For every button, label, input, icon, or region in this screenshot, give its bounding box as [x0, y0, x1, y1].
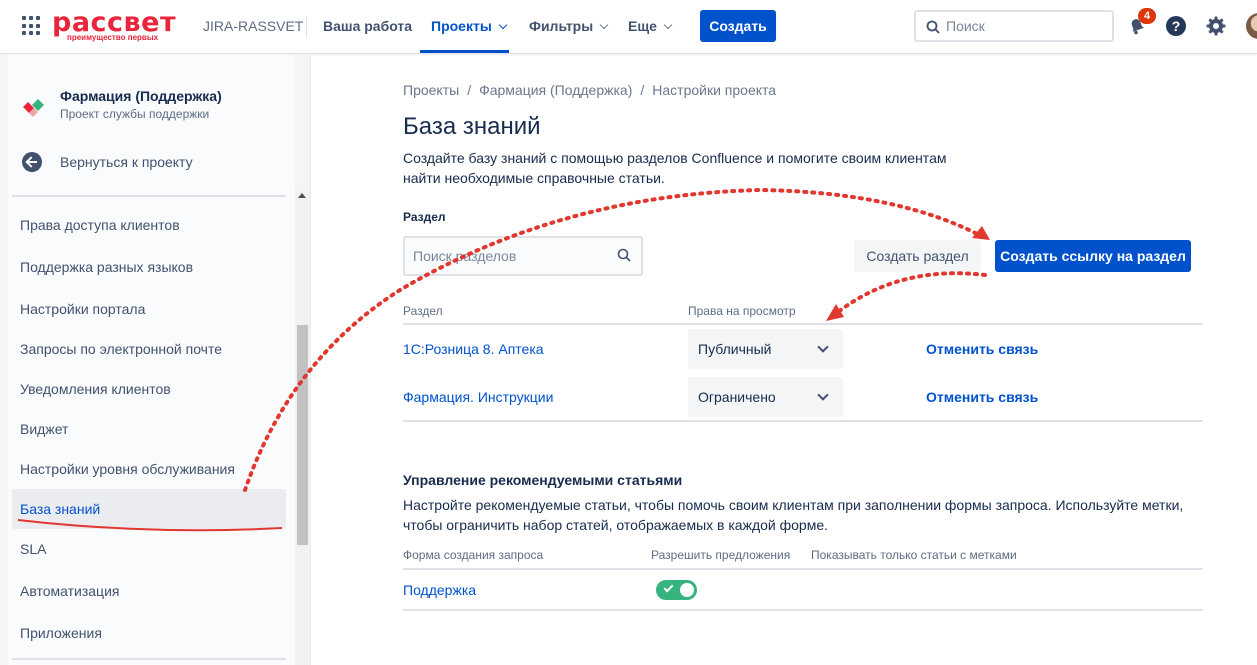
logo-tagline: преимущество первых	[67, 33, 159, 42]
column-header-section: Раздел	[403, 304, 443, 318]
sidebar-bottom-divider	[12, 658, 286, 660]
project-type: Проект службы поддержки	[60, 107, 210, 121]
user-avatar[interactable]	[1246, 13, 1257, 39]
main-content: Проекты / Фармация (Поддержка) / Настройки п…	[403, 55, 1203, 665]
unlink-button[interactable]: Отменить связь	[926, 389, 1038, 405]
access-select-value: Публичный	[698, 341, 772, 357]
scroll-up-arrow-icon[interactable]	[298, 193, 306, 198]
nav-your-work[interactable]: Ваша работа	[323, 18, 412, 34]
project-avatar-icon	[23, 99, 44, 117]
company-logo[interactable]: рассвет преимущество первых	[52, 9, 180, 43]
breadcrumb-separator: /	[640, 82, 645, 98]
sidebar-item-customer-permissions[interactable]: Права доступа клиентов	[12, 205, 286, 245]
table-header-divider	[403, 323, 1203, 325]
sidebar-item-portal-settings[interactable]: Настройки портала	[12, 289, 286, 329]
column-header-request-form: Форма создания запроса	[403, 548, 544, 562]
arrow-left-icon	[22, 152, 42, 172]
app-switcher-icon[interactable]	[22, 16, 42, 36]
column-header-labeled-only: Показывать только статьи с метками	[811, 548, 1017, 562]
breadcrumb-separator: /	[467, 82, 472, 98]
sidebar-scrollbar-thumb[interactable]	[297, 325, 308, 545]
breadcrumb: Проекты / Фармация (Поддержка) / Настройки п…	[403, 82, 776, 98]
chevron-down-icon	[817, 341, 829, 353]
section-link[interactable]: 1С:Розница 8. Аптека	[403, 341, 544, 357]
nav-projects-label: Проекты	[431, 18, 492, 34]
access-select[interactable]: Публичный	[688, 329, 843, 369]
section-link[interactable]: Фармация. Инструкции	[403, 389, 553, 405]
project-settings-sidebar: Фармация (Поддержка) Проект службы подде…	[0, 55, 311, 665]
request-form-link[interactable]: Поддержка	[403, 582, 476, 598]
create-button[interactable]: Создать	[700, 10, 776, 42]
global-search-input[interactable]	[946, 17, 1106, 35]
back-to-project-link[interactable]: Вернуться к проекту	[22, 152, 272, 176]
search-icon	[926, 20, 940, 34]
breadcrumb-project[interactable]: Фармация (Поддержка)	[479, 82, 632, 98]
recommended-bottom-divider	[403, 609, 1203, 611]
project-name: Фармация (Поддержка)	[60, 88, 222, 104]
nav-your-work-label: Ваша работа	[323, 18, 413, 34]
sidebar-item-automation[interactable]: Автоматизация	[12, 571, 286, 611]
table-bottom-divider	[403, 420, 1203, 422]
nav-filters[interactable]: Фильтры	[529, 18, 609, 34]
nav-more-label: Еще	[628, 18, 657, 34]
sidebar-item-languages[interactable]: Поддержка разных языков	[12, 247, 286, 287]
chevron-down-icon	[599, 20, 609, 30]
create-section-button[interactable]: Создать раздел	[854, 240, 981, 272]
active-nav-indicator	[420, 50, 509, 53]
sidebar-item-customer-notifications[interactable]: Уведомления клиентов	[12, 369, 286, 409]
section-field-label: Раздел	[403, 210, 446, 224]
global-search[interactable]	[914, 10, 1114, 42]
nav-more[interactable]: Еще	[628, 18, 673, 34]
link-section-button[interactable]: Создать ссылку на раздел	[995, 240, 1191, 272]
settings-gear-icon[interactable]	[1205, 15, 1227, 37]
breadcrumb-project-settings[interactable]: Настройки проекта	[652, 82, 776, 98]
nav-filters-label: Фильтры	[529, 18, 594, 34]
access-select-value: Ограничено	[698, 389, 776, 405]
nav-projects[interactable]: Проекты	[431, 18, 508, 34]
chevron-down-icon	[663, 20, 673, 30]
chevron-down-icon	[498, 20, 508, 30]
sidebar-item-apps[interactable]: Приложения	[12, 613, 286, 653]
chevron-down-icon	[817, 389, 829, 401]
back-to-project-label: Вернуться к проекту	[60, 154, 193, 170]
allow-suggestions-toggle[interactable]	[656, 580, 697, 600]
breadcrumb-projects[interactable]: Проекты	[403, 82, 459, 98]
checkmark-icon	[663, 582, 674, 593]
sidebar-divider	[12, 195, 286, 197]
logo-text: рассвет	[52, 7, 177, 38]
sidebar-item-sla[interactable]: SLA	[12, 529, 286, 569]
sidebar-item-service-level-settings[interactable]: Настройки уровня обслуживания	[12, 449, 286, 489]
recommended-articles-title: Управление рекомендуемыми статьями	[403, 472, 683, 488]
notification-count-badge: 4	[1138, 8, 1156, 24]
page-title: База знаний	[403, 113, 541, 140]
access-select[interactable]: Ограничено	[688, 377, 843, 417]
sidebar-item-knowledge-base[interactable]: База знаний	[12, 489, 286, 529]
section-search-input[interactable]	[413, 248, 613, 264]
search-icon	[617, 248, 631, 262]
section-search-field[interactable]	[403, 236, 643, 276]
recommended-articles-description: Настройте рекомендуемые статьи, чтобы по…	[403, 497, 1184, 533]
unlink-button[interactable]: Отменить связь	[926, 341, 1038, 357]
sidebar-item-email-requests[interactable]: Запросы по электронной почте	[12, 329, 286, 369]
header-divider	[306, 16, 307, 38]
site-name[interactable]: JIRA-RASSVET	[203, 18, 303, 34]
top-navigation-bar: рассвет преимущество первых JIRA-RASSVET…	[0, 0, 1257, 54]
sidebar-item-widget[interactable]: Виджет	[12, 409, 286, 449]
page-description: Создайте базу знаний с помощью разделов …	[403, 150, 947, 186]
recommended-header-divider	[403, 568, 1203, 570]
toggle-knob	[680, 583, 694, 597]
help-icon[interactable]: ?	[1166, 16, 1186, 36]
column-header-allow-suggestions: Разрешить предложения	[651, 548, 791, 562]
column-header-access: Права на просмотр	[688, 304, 796, 318]
